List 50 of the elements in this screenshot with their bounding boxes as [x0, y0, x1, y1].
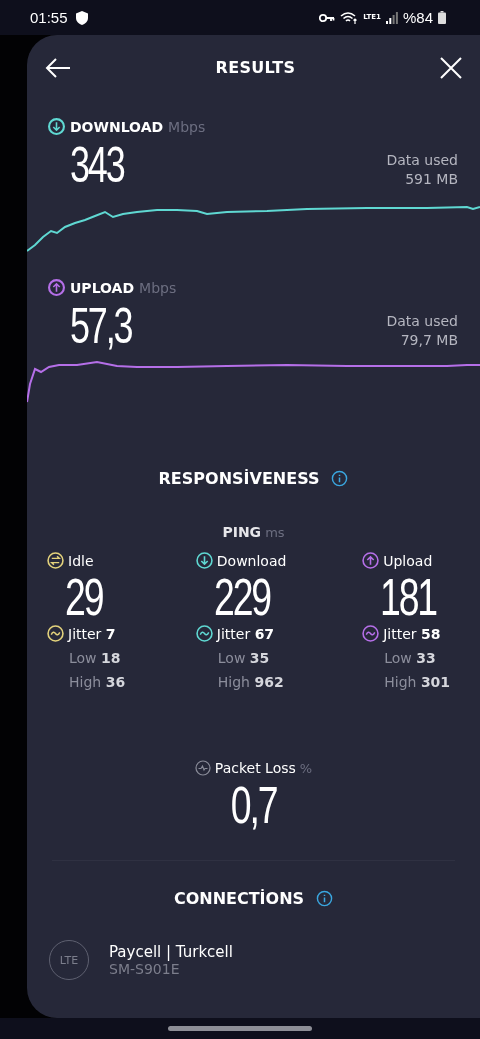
speed-value: 57,3: [70, 302, 132, 350]
section-heading: CONNECTİONS: [173, 889, 305, 908]
page-title: RESULTS: [215, 58, 296, 77]
ping-type-label: Upload: [383, 552, 433, 569]
pulse-icon: [194, 760, 211, 776]
key-icon: [319, 12, 336, 23]
info-icon[interactable]: [331, 470, 349, 487]
jitter-label: Jitter 58: [383, 625, 441, 642]
back-button[interactable]: [45, 57, 71, 78]
battery-icon: [438, 11, 446, 24]
section-heading: RESPONSİVENESS: [158, 469, 320, 488]
status-time: 01:55: [30, 9, 68, 26]
speed-label: DOWNLOAD: [70, 118, 164, 135]
ping-label: PING: [222, 524, 262, 540]
data-used-value: 591 MB: [405, 170, 458, 189]
low-label: Low 33: [384, 650, 436, 666]
speed-value: 343: [70, 141, 124, 189]
ping-value: 29: [65, 572, 103, 622]
speed-label: UPLOAD: [70, 279, 135, 296]
device-name: SM-S901E: [109, 961, 181, 977]
ping-value: 229: [213, 572, 270, 622]
data-used-label: Data used: [386, 151, 458, 170]
unit-label: %: [299, 760, 313, 776]
packet-loss-value: 0,7: [230, 780, 277, 830]
shield-icon: [75, 10, 88, 25]
ping-value: 181: [380, 572, 437, 622]
data-used-value: 79,7 MB: [400, 331, 458, 350]
low-label: Low 35: [217, 650, 270, 666]
packet-loss-label: Packet Loss: [214, 760, 296, 776]
jitter-label: Jitter 7: [68, 625, 116, 642]
info-icon[interactable]: [316, 890, 334, 907]
close-button[interactable]: [440, 56, 462, 79]
high-label: High 36: [69, 674, 126, 690]
wifi-icon: [340, 10, 359, 25]
unit-label: Mbps: [139, 279, 177, 296]
jitter-label: Jitter 67: [216, 625, 275, 642]
battery-level: %84: [402, 9, 433, 26]
wave-icon: [195, 625, 213, 642]
data-used-label: Data used: [386, 312, 458, 331]
signal-icon: [385, 11, 398, 24]
low-label: Low 18: [69, 650, 121, 666]
wave-icon: [47, 625, 64, 642]
ping-type-label: Idle: [68, 552, 94, 569]
carrier-name: Paycell | Turkcell: [109, 943, 233, 961]
unit-label: ms: [265, 525, 285, 540]
high-label: High 301: [384, 674, 451, 690]
ping-type-label: Download: [216, 552, 287, 569]
unit-label: Mbps: [168, 118, 206, 135]
wave-icon: [362, 625, 380, 642]
high-label: High 962: [217, 674, 284, 690]
